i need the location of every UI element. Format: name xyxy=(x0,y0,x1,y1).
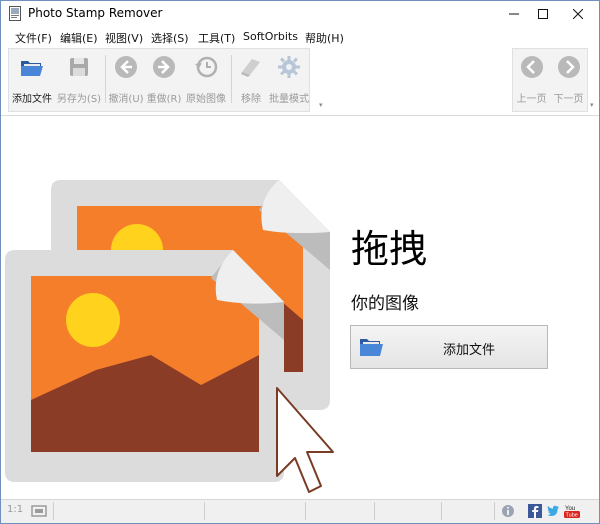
images-illustration xyxy=(5,180,334,493)
remove-button[interactable]: 移除 xyxy=(233,49,269,111)
original-image-label: 原始图像 xyxy=(186,94,226,105)
front-picture-icon xyxy=(5,250,284,482)
fit-screen-icon[interactable] xyxy=(31,504,47,518)
svg-text:Tube: Tube xyxy=(566,513,578,519)
redo-label: 重做(R) xyxy=(146,94,182,105)
youtube-icon[interactable]: You Tube xyxy=(564,504,580,518)
save-as-label: 另存为(S) xyxy=(56,94,102,105)
status-bar: 1:1 You Tube xyxy=(1,499,599,523)
menu-edit[interactable]: 编辑(E) xyxy=(60,30,98,46)
info-icon[interactable] xyxy=(501,504,515,518)
zoom-level: 1:1 xyxy=(7,504,24,515)
save-as-button[interactable]: 另存为(S) xyxy=(55,49,103,111)
menu-select[interactable]: 选择(S) xyxy=(151,30,189,46)
undo-label: 撤消(U) xyxy=(108,94,144,105)
clock-history-icon xyxy=(195,56,218,78)
arrow-right-icon xyxy=(153,56,175,78)
remove-label: 移除 xyxy=(241,94,261,105)
next-page-label: 下一页 xyxy=(553,94,584,105)
status-panel xyxy=(205,502,306,520)
menu-help[interactable]: 帮助(H) xyxy=(305,30,344,46)
title-bar[interactable]: Photo Stamp Remover xyxy=(1,1,599,27)
arrow-left-icon xyxy=(115,56,137,78)
add-file-button[interactable]: 添加文件 xyxy=(350,325,548,369)
toolbar-main-group: 添加文件 另存为(S) 撤消(U) 重做(R) 原始图像 移除 批量模式 xyxy=(8,48,310,112)
next-page-button[interactable]: 下一页 xyxy=(550,49,587,111)
folder-open-icon xyxy=(360,339,383,356)
prev-page-label: 上一页 xyxy=(516,94,547,105)
menu-softorbits[interactable]: SoftOrbits xyxy=(243,30,298,43)
gear-icon xyxy=(278,56,300,78)
eraser-icon xyxy=(241,59,260,77)
status-panel xyxy=(54,502,205,520)
close-button[interactable] xyxy=(561,1,595,27)
toolbar-separator xyxy=(105,55,106,103)
app-icon xyxy=(9,6,21,21)
app-window: Photo Stamp Remover 文件(F) 编辑(E) 视图(V) 选择… xyxy=(0,0,600,524)
folder-open-icon xyxy=(21,61,43,76)
toolbar-expand-icon[interactable]: ▾ xyxy=(590,102,597,109)
save-icon xyxy=(70,58,88,76)
twitter-icon[interactable] xyxy=(546,504,560,518)
toolbar: 添加文件 另存为(S) 撤消(U) 重做(R) 原始图像 移除 批量模式 ▾ 上… xyxy=(1,47,599,115)
batch-mode-button[interactable]: 批量模式 xyxy=(269,49,309,111)
drag-title: 拖拽 xyxy=(351,227,428,271)
original-image-button[interactable]: 原始图像 xyxy=(183,49,229,111)
maximize-button[interactable] xyxy=(526,1,560,27)
batch-mode-label: 批量模式 xyxy=(269,94,309,105)
open-label: 添加文件 xyxy=(12,94,52,105)
drag-subtitle: 你的图像 xyxy=(351,294,419,314)
window-title: Photo Stamp Remover xyxy=(28,6,163,20)
prev-page-button[interactable]: 上一页 xyxy=(513,49,550,111)
status-panel xyxy=(306,502,375,520)
toolbar-nav-group: 上一页 下一页 xyxy=(512,48,588,112)
arrow-right-icon xyxy=(557,56,580,78)
toolbar-expand-icon[interactable]: ▾ xyxy=(319,102,326,109)
undo-button[interactable]: 撤消(U) xyxy=(107,49,145,111)
arrow-left-icon xyxy=(520,56,543,78)
menu-bar: 文件(F) 编辑(E) 视图(V) 选择(S) 工具(T) SoftOrbits… xyxy=(1,27,599,47)
facebook-icon[interactable] xyxy=(528,504,542,518)
close-icon xyxy=(573,9,583,19)
menu-tools[interactable]: 工具(T) xyxy=(198,30,235,46)
drop-area[interactable]: 拖拽 你的图像 添加文件 xyxy=(1,116,599,497)
status-panel xyxy=(442,502,495,520)
status-panel xyxy=(375,502,442,520)
open-button[interactable]: 添加文件 xyxy=(9,49,55,111)
menu-view[interactable]: 视图(V) xyxy=(105,30,143,46)
toolbar-separator xyxy=(231,55,232,103)
minimize-icon xyxy=(509,13,519,15)
add-file-label: 添加文件 xyxy=(442,343,495,358)
redo-button[interactable]: 重做(R) xyxy=(145,49,183,111)
maximize-icon xyxy=(538,9,548,19)
menu-file[interactable]: 文件(F) xyxy=(15,30,52,46)
